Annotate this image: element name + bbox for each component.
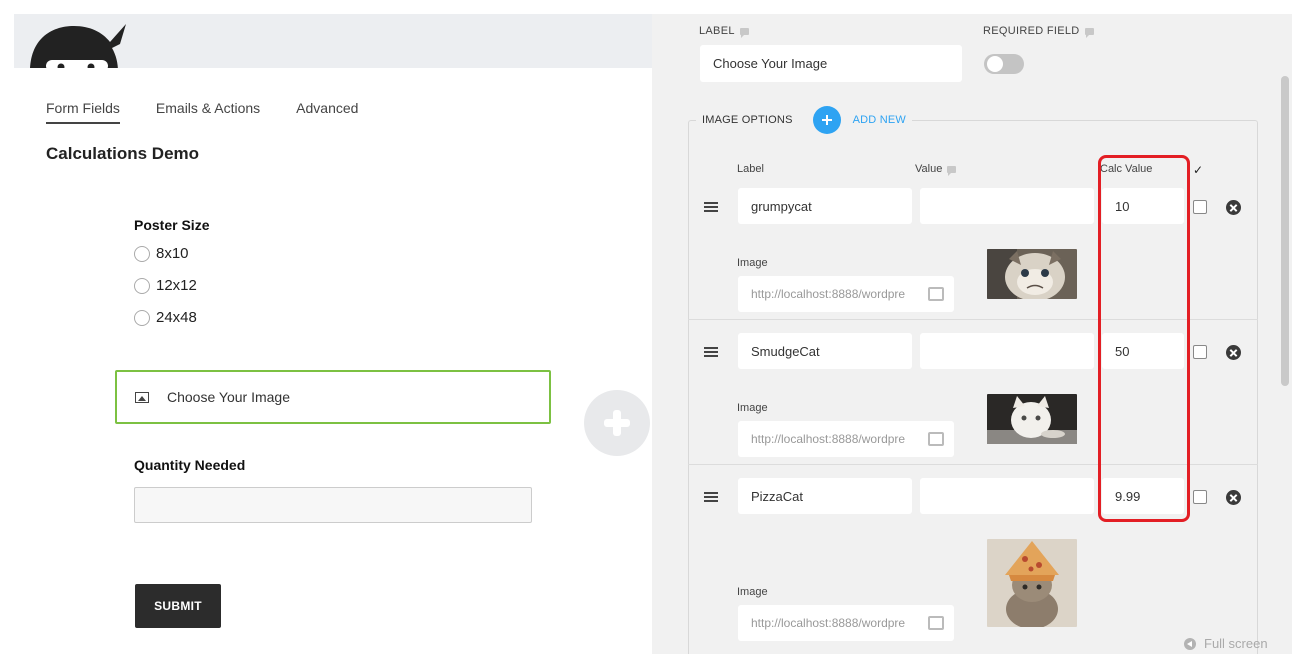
image-select-field[interactable]: Choose Your Image xyxy=(115,370,551,424)
image-options-title: IMAGE OPTIONS xyxy=(702,114,793,126)
remove-option-icon[interactable] xyxy=(1226,345,1241,360)
required-field-header: REQUIRED FIELD xyxy=(983,25,1094,38)
option-selected-checkbox[interactable] xyxy=(1193,345,1207,359)
quantity-label: Quantity Needed xyxy=(134,457,246,473)
upload-icon[interactable] xyxy=(928,287,944,301)
add-new-label: ADD NEW xyxy=(852,114,906,126)
drag-handle-icon[interactable] xyxy=(704,492,718,502)
label-header: LABEL xyxy=(699,25,749,38)
scrollbar[interactable] xyxy=(1281,76,1289,386)
radio-button[interactable] xyxy=(134,277,150,294)
upload-icon[interactable] xyxy=(928,432,944,446)
option-label-input[interactable]: SmudgeCat xyxy=(738,333,912,369)
image-url-text: http://localhost:8888/wordpre xyxy=(751,287,906,301)
radio-button[interactable] xyxy=(134,245,150,262)
column-selected-header: ✓ xyxy=(1193,163,1204,177)
column-calc-header: Calc Value xyxy=(1100,163,1153,175)
add-new-button[interactable]: ADD NEW xyxy=(812,106,906,134)
image-url-input[interactable]: http://localhost:8888/wordpre xyxy=(738,276,954,312)
tab-advanced[interactable]: Advanced xyxy=(296,100,358,124)
radio-option-12x12[interactable]: 12x12 xyxy=(134,277,197,294)
option-selected-checkbox[interactable] xyxy=(1193,200,1207,214)
upload-icon[interactable] xyxy=(928,616,944,630)
option-separator xyxy=(688,464,1258,465)
image-field-label: Choose Your Image xyxy=(167,389,290,405)
radio-button[interactable] xyxy=(134,309,150,326)
column-value-text: Value xyxy=(915,163,943,175)
option-value-input[interactable] xyxy=(920,478,1094,514)
toggle-knob xyxy=(987,56,1003,72)
option-calc-input[interactable]: 50 xyxy=(1102,333,1184,369)
builder-tabs: Form Fields Emails & Actions Advanced xyxy=(46,100,358,124)
ninja-forms-logo xyxy=(30,24,126,72)
smudgecat-thumbnail xyxy=(987,394,1077,444)
drag-handle-icon[interactable] xyxy=(704,347,718,357)
option-calc-input[interactable]: 9.99 xyxy=(1102,478,1184,514)
image-label: Image xyxy=(737,257,768,269)
column-value-header: Value xyxy=(915,163,957,176)
fullscreen-label: Full screen xyxy=(1204,636,1268,651)
help-icon[interactable] xyxy=(947,165,957,176)
radio-option-8x10[interactable]: 8x10 xyxy=(134,245,189,262)
option-calc-input[interactable]: 10 xyxy=(1102,188,1184,224)
image-label: Image xyxy=(737,586,768,598)
image-options-legend: IMAGE OPTIONS ADD NEW xyxy=(696,106,912,134)
poster-size-label: Poster Size xyxy=(134,217,210,233)
help-icon[interactable] xyxy=(1084,27,1094,38)
label-input[interactable]: Choose Your Image xyxy=(700,45,962,82)
help-icon[interactable] xyxy=(739,27,749,38)
image-url-input[interactable]: http://localhost:8888/wordpre xyxy=(738,421,954,457)
option-selected-checkbox[interactable] xyxy=(1193,490,1207,504)
remove-option-icon[interactable] xyxy=(1226,490,1241,505)
option-value-input[interactable] xyxy=(920,333,1094,369)
pizzacat-thumbnail xyxy=(987,539,1077,627)
plus-icon xyxy=(812,106,841,134)
remove-option-icon[interactable] xyxy=(1226,200,1241,215)
option-label-input[interactable]: grumpycat xyxy=(738,188,912,224)
fullscreen-icon xyxy=(1184,637,1196,650)
radio-label: 24x48 xyxy=(156,309,197,326)
tab-form-fields[interactable]: Form Fields xyxy=(46,100,120,124)
tab-emails-actions[interactable]: Emails & Actions xyxy=(156,100,260,124)
image-icon xyxy=(135,391,149,403)
column-label-header: Label xyxy=(737,163,764,175)
add-field-plus-icon[interactable] xyxy=(584,390,650,456)
option-label-input[interactable]: PizzaCat xyxy=(738,478,912,514)
option-value-input[interactable] xyxy=(920,188,1094,224)
label-header-text: LABEL xyxy=(699,25,735,37)
image-url-input[interactable]: http://localhost:8888/wordpre xyxy=(738,605,954,641)
drag-handle-icon[interactable] xyxy=(704,202,718,212)
radio-label: 8x10 xyxy=(156,245,189,262)
submit-button[interactable]: SUBMIT xyxy=(135,584,221,628)
required-toggle[interactable] xyxy=(984,54,1024,74)
option-separator xyxy=(688,319,1258,320)
radio-option-24x48[interactable]: 24x48 xyxy=(134,309,197,326)
image-label: Image xyxy=(737,402,768,414)
grumpycat-thumbnail xyxy=(987,249,1077,299)
quantity-input[interactable] xyxy=(134,487,532,523)
fullscreen-toggle[interactable]: Full screen xyxy=(1184,636,1268,651)
field-settings-panel: LABEL REQUIRED FIELD Choose Your Image I… xyxy=(652,14,1292,654)
form-builder-canvas: Form Fields Emails & Actions Advanced Ca… xyxy=(14,68,652,654)
image-url-text: http://localhost:8888/wordpre xyxy=(751,616,906,630)
required-header-text: REQUIRED FIELD xyxy=(983,25,1080,37)
form-title: Calculations Demo xyxy=(46,144,200,163)
image-url-text: http://localhost:8888/wordpre xyxy=(751,432,906,446)
radio-label: 12x12 xyxy=(156,277,197,294)
